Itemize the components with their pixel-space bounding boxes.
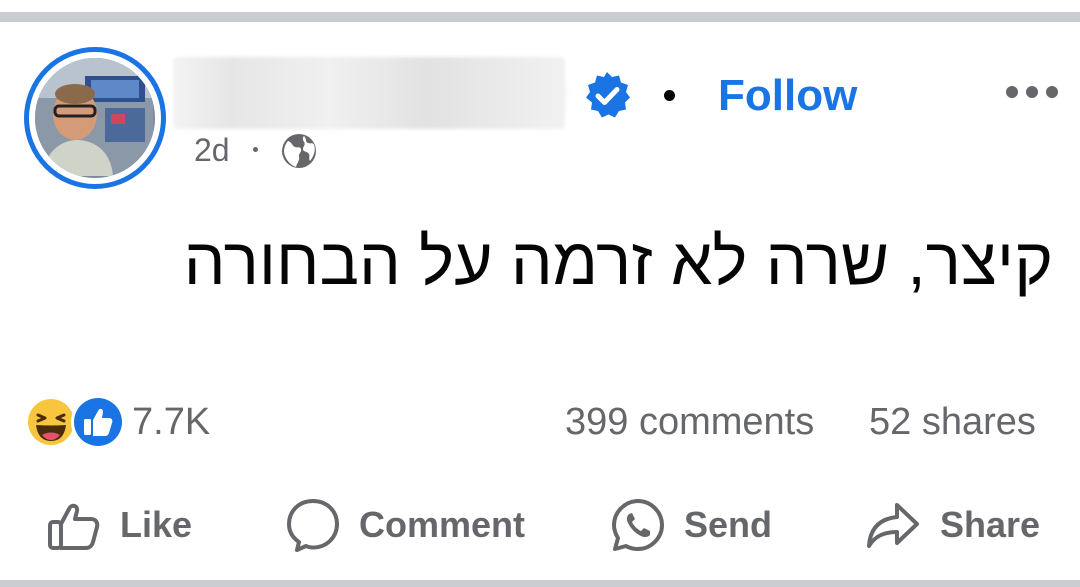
comment-bubble-icon [287, 499, 339, 552]
author-name[interactable] [173, 57, 565, 129]
author-avatar[interactable] [24, 47, 166, 189]
verified-badge-icon [586, 72, 630, 118]
like-button[interactable]: Like [46, 490, 192, 560]
comment-button[interactable]: Comment [285, 490, 525, 560]
comments-count[interactable]: 399 comments [565, 400, 814, 444]
like-reaction-icon[interactable] [70, 394, 126, 450]
share-arrow-icon [867, 503, 919, 548]
like-label: Like [120, 504, 193, 545]
timestamp-separator-dot [253, 147, 258, 152]
avatar-photo-icon [35, 58, 153, 176]
post-timestamp[interactable]: 2d [194, 130, 230, 170]
shares-count[interactable]: 52 shares [869, 400, 1036, 444]
comment-label: Comment [359, 504, 526, 545]
share-label: Share [940, 504, 1041, 545]
share-button[interactable]: Share [864, 490, 1040, 560]
globe-icon [282, 134, 316, 168]
reaction-count[interactable]: 7.7K [132, 400, 210, 444]
thumbs-up-icon [48, 503, 100, 550]
more-options-icon[interactable] [1004, 84, 1060, 100]
send-label: Send [684, 504, 773, 545]
separator-dot [664, 90, 675, 101]
send-button[interactable]: Send [610, 490, 772, 560]
whatsapp-icon [612, 499, 664, 551]
avatar [35, 58, 155, 178]
top-divider [0, 12, 1080, 22]
follow-button[interactable]: Follow [718, 70, 857, 122]
post-text: קיצר, שרה לא זרמה על הבחורה [183, 224, 1053, 298]
bottom-divider [0, 580, 1080, 587]
